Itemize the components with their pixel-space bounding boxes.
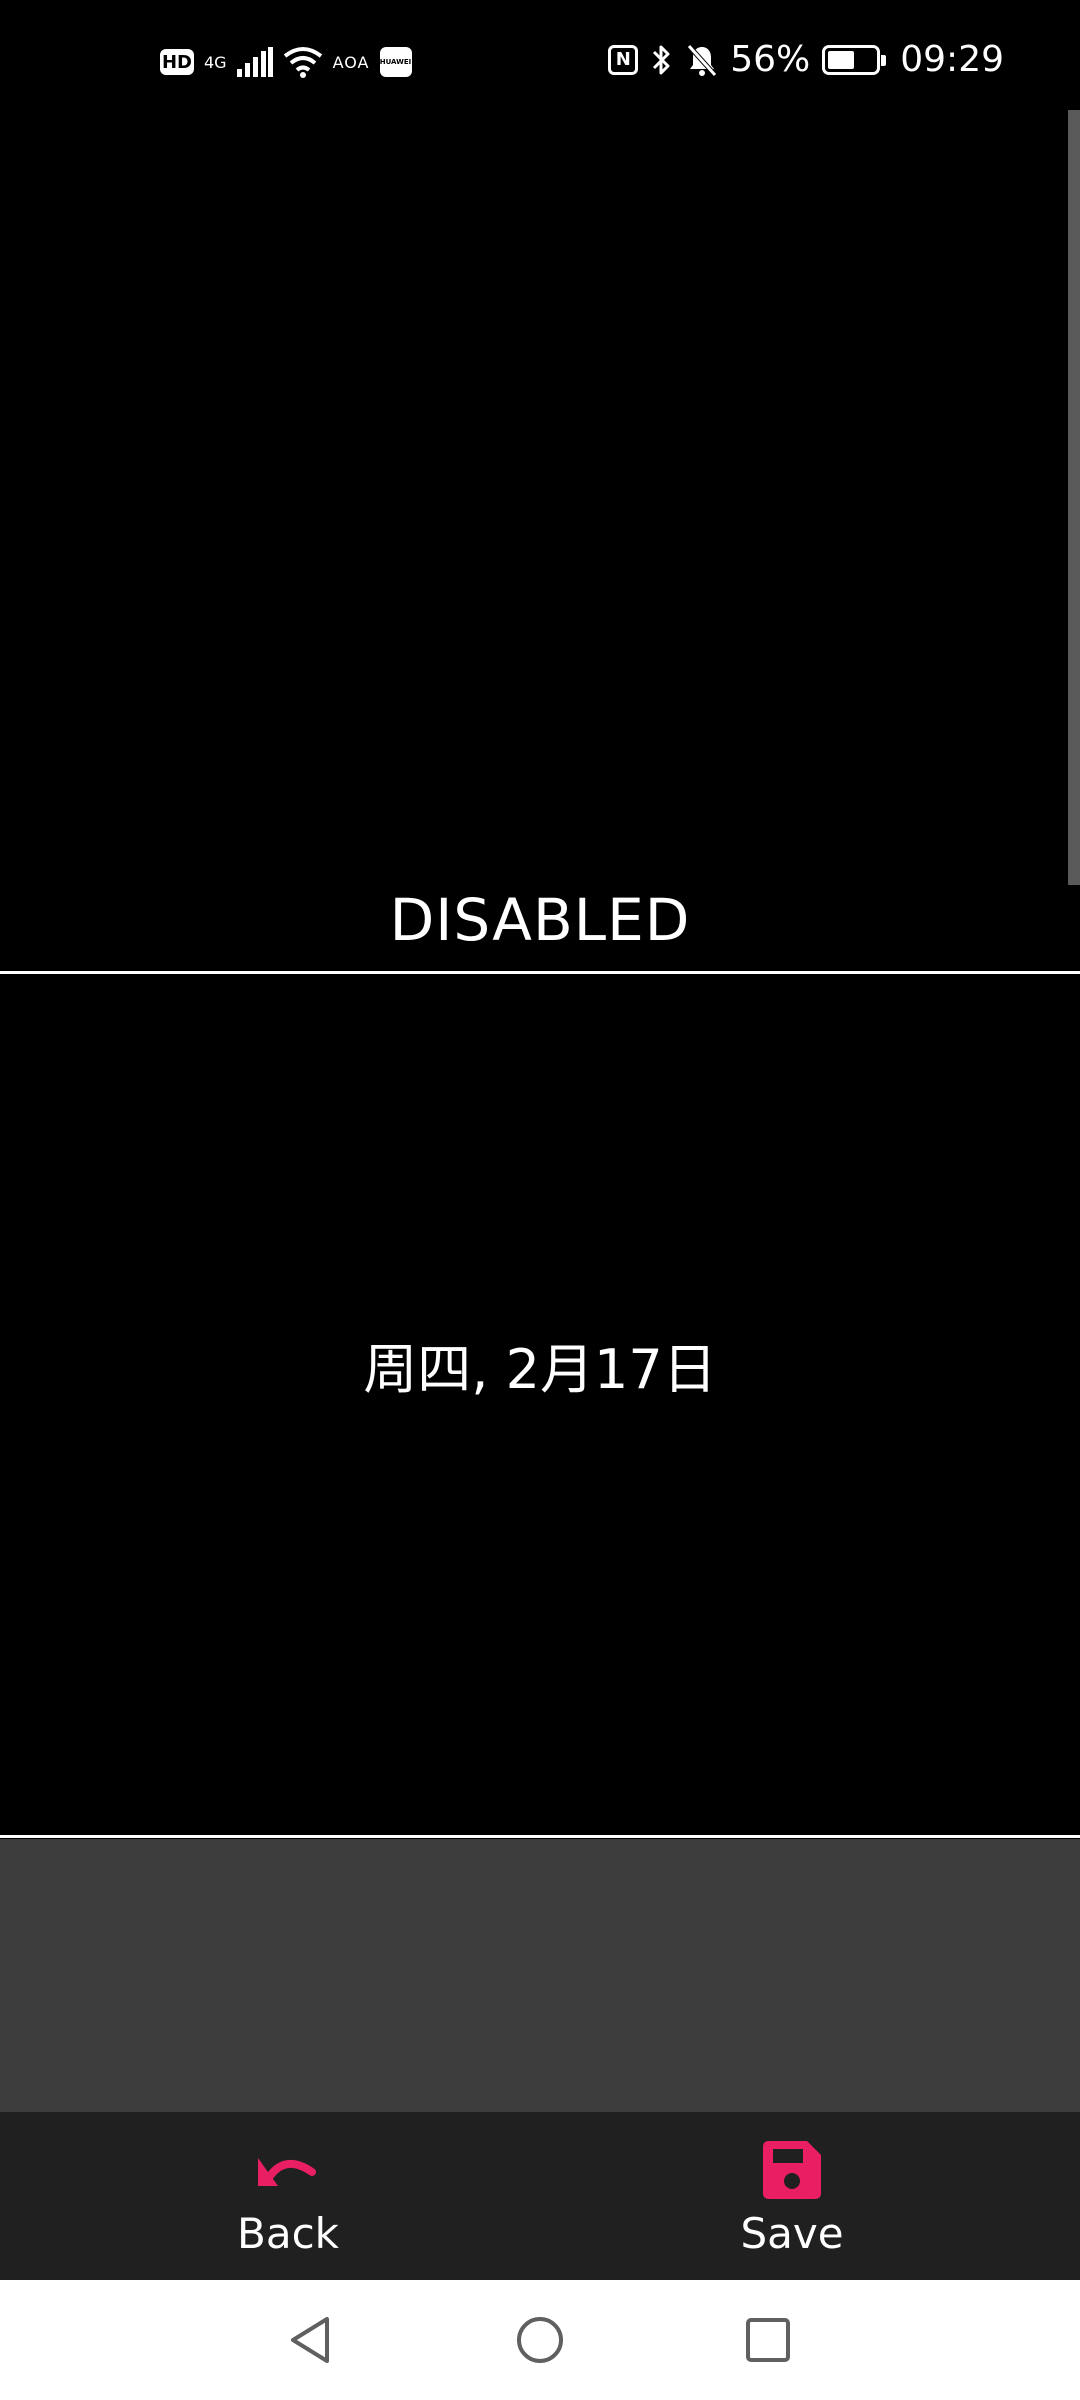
huawei-app-icon: HUAWEI [379,47,412,77]
gray-panel [0,1839,1080,2112]
back-label: Back [237,2209,339,2258]
divider-top [0,971,1080,974]
back-button[interactable]: Back [138,2112,438,2280]
status-left-group: HD 4G AOA HUAWEI [160,46,412,78]
scrollbar[interactable] [1068,110,1080,885]
signal-icon [236,47,273,77]
wifi-icon [283,47,322,78]
screen: HD 4G AOA HUAWEI N 56% 09:29 DISABLED 周四… [0,0,1080,2400]
save-label: Save [740,2209,844,2258]
divider-bottom [0,1835,1080,1838]
clock-time: 09:29 [900,39,1004,80]
square-recent-icon [746,2318,790,2362]
bell-muted-icon [687,44,718,77]
nav-back-button[interactable] [270,2300,350,2380]
status-right-group: N 56% 09:29 [608,40,1004,80]
system-nav-bar [0,2280,1080,2400]
floppy-disk-icon [760,2138,824,2202]
triangle-back-icon [291,2317,329,2363]
nav-recent-button[interactable] [728,2300,808,2380]
battery-fill [828,51,855,69]
nav-home-button[interactable] [500,2300,580,2380]
status-disabled-label: DISABLED [389,886,691,954]
status-bar: HD 4G AOA HUAWEI N 56% 09:29 [0,0,1080,108]
network-type-label: 4G [204,52,227,72]
hd-badge: HD [160,49,194,75]
undo-arrow-icon [256,2138,320,2202]
nfc-icon: N [608,45,639,75]
battery-icon [822,45,887,75]
action-bar: Back Save [0,2112,1080,2280]
bluetooth-icon [653,45,670,75]
save-button[interactable]: Save [642,2112,942,2280]
aoa-label: AOA [332,52,370,72]
date-label[interactable]: 周四, 2月17日 [0,1330,1080,1410]
circle-home-icon [517,2317,563,2363]
battery-percent: 56% [730,39,811,80]
